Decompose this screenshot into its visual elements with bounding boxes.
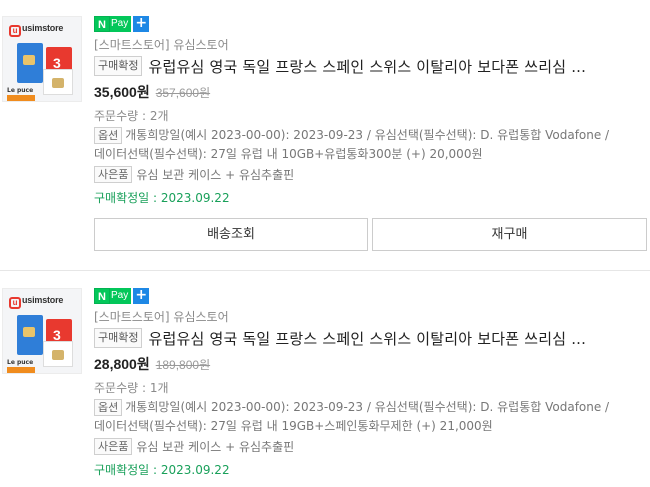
gift-tag: 사은품 [94, 438, 133, 455]
purchase-confirm-date: 구매확정일 : 2023.09.22 [94, 191, 230, 205]
original-price: 357,600원 [155, 86, 211, 100]
package-label: Le puce [7, 359, 34, 366]
npay-badge: N Pay + [94, 288, 150, 304]
product-title[interactable]: 유럽유심 영국 독일 프랑스 스페인 스위스 이탈리아 보다폰 쓰리심 ... [148, 56, 586, 77]
price: 35,600원 [94, 84, 150, 100]
reorder-button[interactable]: 재구매 [372, 218, 647, 251]
option-line-1: 개통희망일(예시 2023-00-00): 2023-09-23 / 유심선택(… [125, 400, 610, 414]
naver-n-icon: N [94, 16, 110, 32]
sim-card-image [43, 69, 73, 95]
gift-row: 사은품 유심 보관 케이스 + 유심추출핀 [94, 166, 294, 183]
price-row: 28,800원 189,800원 [94, 354, 210, 374]
gift-tag: 사은품 [94, 166, 133, 183]
store-name[interactable]: [스마트스토어] 유심스토어 [94, 308, 229, 325]
sim-card-image [17, 315, 43, 355]
gift-row: 사은품 유심 보관 케이스 + 유심추출핀 [94, 438, 294, 455]
product-title[interactable]: 유럽유심 영국 독일 프랑스 스페인 스위스 이탈리아 보다폰 쓰리심 ... [148, 328, 586, 349]
npay-label: Pay [110, 288, 132, 304]
status-badge: 구매확정 [94, 328, 143, 348]
npay-badge: N Pay + [94, 16, 150, 32]
option-details: 옵션 개통희망일(예시 2023-00-00): 2023-09-23 / 유심선… [94, 126, 650, 164]
store-name[interactable]: [스마트스토어] 유심스토어 [94, 36, 229, 53]
plus-icon: + [133, 16, 150, 32]
status-badge: 구매확정 [94, 56, 143, 76]
naver-n-icon: N [94, 288, 110, 304]
logo-text: usimstore [22, 23, 64, 33]
option-details: 옵션 개통희망일(예시 2023-00-00): 2023-09-23 / 유심선… [94, 398, 650, 436]
option-tag: 옵션 [94, 399, 123, 416]
package-stripe [7, 367, 35, 373]
price-row: 35,600원 357,600원 [94, 82, 210, 102]
option-line-2: 데이터선택(필수선택): 27일 유럽 내 10GB+유럽통화300분 (+) … [94, 147, 483, 161]
track-delivery-button[interactable]: 배송조회 [94, 218, 368, 251]
sim-card-image [43, 341, 73, 367]
option-tag: 옵션 [94, 127, 123, 144]
order-quantity: 주문수량 : 2개 [94, 109, 169, 123]
gift-text: 유심 보관 케이스 + 유심추출핀 [136, 168, 295, 182]
product-thumbnail[interactable]: uusimstore Le puce [2, 288, 82, 374]
original-price: 189,800원 [155, 358, 211, 372]
logo-mark: u [9, 297, 21, 309]
purchase-confirm-date: 구매확정일 : 2023.09.22 [94, 463, 230, 477]
product-title-row[interactable]: 구매확정 유럽유심 영국 독일 프랑스 스페인 스위스 이탈리아 보다폰 쓰리심… [94, 327, 644, 349]
option-line-2: 데이터선택(필수선택): 27일 유럽 내 19GB+스페인통화무제한 (+) … [94, 419, 493, 433]
package-stripe [7, 95, 35, 101]
logo-mark: u [9, 25, 21, 37]
gift-text: 유심 보관 케이스 + 유심추출핀 [136, 440, 295, 454]
logo-text: usimstore [22, 295, 64, 305]
product-title-row[interactable]: 구매확정 유럽유심 영국 독일 프랑스 스페인 스위스 이탈리아 보다폰 쓰리심… [94, 55, 644, 77]
order-divider [0, 270, 650, 271]
usimstore-logo: u usimstore [9, 23, 63, 37]
plus-icon: + [133, 288, 150, 304]
price: 28,800원 [94, 356, 150, 372]
usimstore-logo: u usimstore [9, 295, 63, 309]
sim-card-image [17, 43, 43, 83]
order-quantity: 주문수량 : 1개 [94, 381, 169, 395]
package-label: Le puce [7, 87, 34, 94]
product-thumbnail[interactable]: uusimstore Le puce [2, 16, 82, 102]
npay-label: Pay [110, 16, 132, 32]
option-line-1: 개통희망일(예시 2023-00-00): 2023-09-23 / 유심선택(… [125, 128, 610, 142]
